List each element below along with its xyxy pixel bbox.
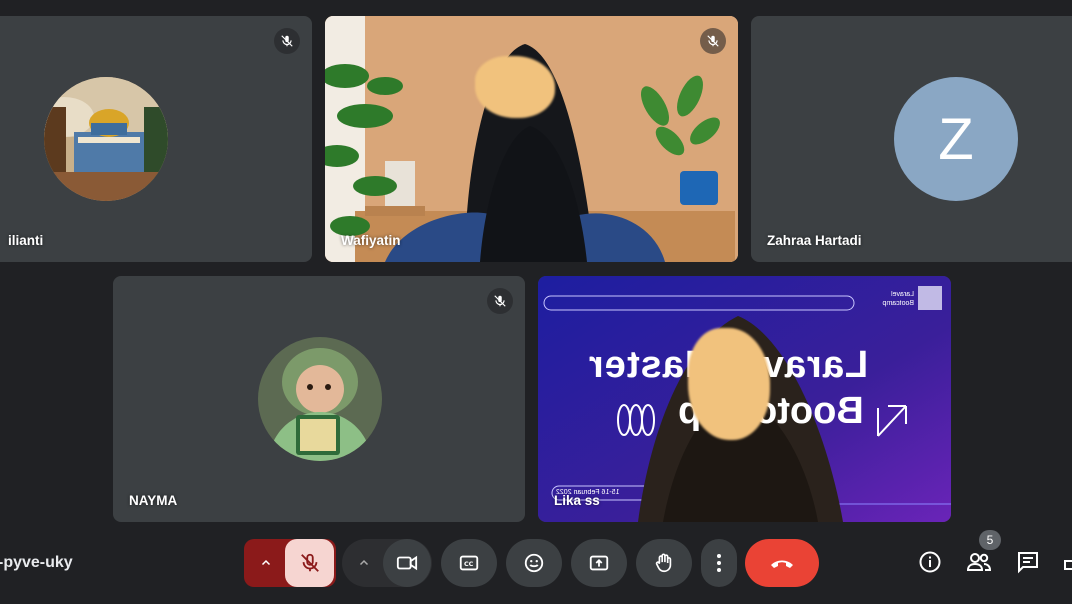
participant-tile-lika-ss[interactable]: Laravel Master Bootcamp Laravel Bootcamp… bbox=[538, 276, 951, 522]
present-button[interactable] bbox=[571, 539, 627, 587]
hand-icon bbox=[653, 552, 675, 574]
participant-name: Lika ss bbox=[554, 493, 600, 508]
video-camera-icon bbox=[396, 552, 418, 574]
people-icon bbox=[966, 550, 992, 579]
closed-captions-icon: CC bbox=[458, 552, 480, 574]
present-screen-icon bbox=[588, 552, 610, 574]
meeting-code: -pyve-uky bbox=[0, 554, 73, 571]
blurred-face bbox=[475, 56, 555, 118]
meeting-details-button[interactable] bbox=[914, 548, 946, 580]
chat-button[interactable] bbox=[1012, 548, 1044, 580]
video-feed bbox=[325, 16, 738, 262]
more-options-button[interactable] bbox=[701, 539, 737, 587]
avatar-ilianti bbox=[44, 77, 168, 201]
people-button[interactable] bbox=[963, 548, 995, 580]
participant-name: NAYMA bbox=[129, 493, 178, 508]
mic-off-icon bbox=[274, 28, 300, 54]
mic-off-icon bbox=[299, 552, 321, 574]
participant-tile-ilianti[interactable]: ilianti bbox=[0, 16, 312, 262]
participant-tile-zahraa-hartadi[interactable]: Z Zahraa Hartadi bbox=[751, 16, 1072, 262]
letter-avatar: Z bbox=[894, 77, 1018, 201]
people-count-badge: 5 bbox=[979, 530, 1001, 550]
leave-call-button[interactable] bbox=[745, 539, 819, 587]
activities-icon bbox=[1062, 550, 1072, 579]
mic-off-icon bbox=[700, 28, 726, 54]
microphone-button[interactable] bbox=[285, 539, 334, 587]
participant-name: Wafiyatin bbox=[341, 233, 401, 248]
blurred-face bbox=[688, 328, 770, 440]
slide-logo: Laravel Bootcamp bbox=[882, 291, 914, 307]
chevron-up-icon bbox=[260, 557, 272, 569]
participant-name: Zahraa Hartadi bbox=[767, 233, 862, 248]
info-icon bbox=[918, 550, 942, 579]
more-vert-icon bbox=[716, 553, 722, 573]
reactions-button[interactable] bbox=[506, 539, 562, 587]
raise-hand-button[interactable] bbox=[636, 539, 692, 587]
captions-button[interactable]: CC bbox=[441, 539, 497, 587]
activities-button[interactable] bbox=[1062, 548, 1072, 580]
svg-text:CC: CC bbox=[464, 560, 474, 568]
participant-tile-wafiyatin[interactable]: Wafiyatin bbox=[325, 16, 738, 262]
participant-name: ilianti bbox=[8, 233, 44, 248]
mic-off-icon bbox=[487, 288, 513, 314]
chevron-up-icon bbox=[358, 557, 370, 569]
chat-icon bbox=[1016, 550, 1040, 579]
end-call-icon bbox=[769, 556, 795, 570]
avatar-nayma bbox=[258, 337, 382, 461]
emoji-icon bbox=[523, 552, 545, 574]
camera-button[interactable] bbox=[383, 539, 431, 587]
participant-tile-nayma[interactable]: NAYMA bbox=[113, 276, 525, 522]
